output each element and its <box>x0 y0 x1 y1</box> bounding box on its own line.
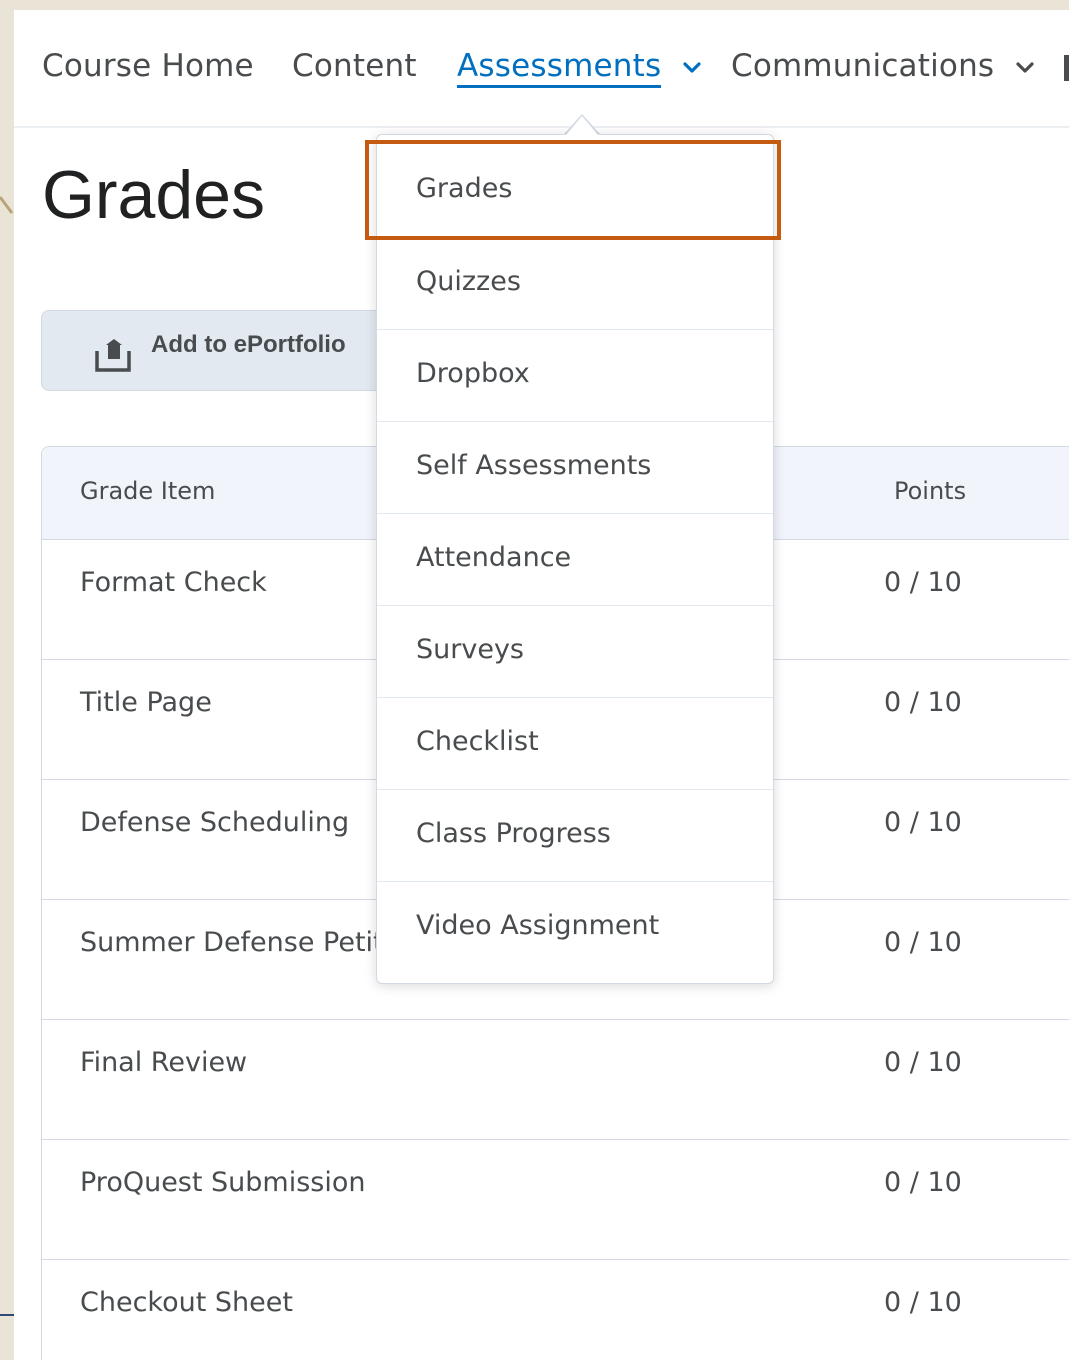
grade-item-points: 0 / 10 <box>884 1047 962 1078</box>
nav-assessments-label: Assessments <box>457 48 662 88</box>
menu-item-label: Dropbox <box>416 358 530 389</box>
grade-item-name: Summer Defense Petiti <box>80 927 392 958</box>
grade-item-name: Format Check <box>80 567 267 598</box>
nav-course-home-label: Course Home <box>42 48 254 84</box>
browser-page: Course Home Content Assessments Communic… <box>14 10 1069 1360</box>
menu-item-surveys[interactable]: Surveys <box>377 605 773 697</box>
eportfolio-upload-icon <box>95 339 131 372</box>
table-row: Checkout Sheet 0 / 10 <box>42 1259 1069 1360</box>
grade-item-points: 0 / 10 <box>884 567 962 598</box>
grade-item-points: 0 / 10 <box>884 1167 962 1198</box>
menu-item-label: Class Progress <box>416 818 611 849</box>
page-title: Grades <box>42 157 265 233</box>
nav-course-home[interactable]: Course Home <box>42 48 254 84</box>
nav-assessments[interactable]: Assessments <box>457 48 701 88</box>
grade-item-points: 0 / 10 <box>884 807 962 838</box>
menu-item-self-assessments[interactable]: Self Assessments <box>377 421 773 513</box>
column-header-points: Points <box>894 477 967 505</box>
grade-item-points: 0 / 10 <box>884 1287 962 1318</box>
column-header-grade-item: Grade Item <box>80 477 216 505</box>
grade-item-points: 0 / 10 <box>884 687 962 718</box>
menu-item-dropbox[interactable]: Dropbox <box>377 329 773 421</box>
add-to-eportfolio-label: Add to ePortfolio <box>151 331 346 358</box>
grade-item-points: 0 / 10 <box>884 927 962 958</box>
menu-item-attendance[interactable]: Attendance <box>377 513 773 605</box>
table-row: ProQuest Submission 0 / 10 <box>42 1139 1069 1260</box>
menu-item-label: Quizzes <box>416 266 521 297</box>
menu-item-checklist[interactable]: Checklist <box>377 697 773 789</box>
menu-item-label: Self Assessments <box>416 450 652 481</box>
menu-item-label: Surveys <box>416 634 524 665</box>
nav-communications[interactable]: Communications <box>731 48 1034 84</box>
menu-item-label: Checklist <box>416 726 539 757</box>
grade-item-name: Checkout Sheet <box>80 1287 293 1318</box>
menu-item-label: Attendance <box>416 542 572 573</box>
grade-item-name: Final Review <box>80 1047 248 1078</box>
table-row: Final Review 0 / 10 <box>42 1019 1069 1140</box>
add-to-eportfolio-button[interactable]: Add to ePortfolio <box>41 310 401 391</box>
nav-content[interactable]: Content <box>292 48 417 84</box>
menu-item-label: Grades <box>416 173 513 204</box>
menu-item-class-progress[interactable]: Class Progress <box>377 789 773 881</box>
grade-item-name: ProQuest Submission <box>80 1167 366 1198</box>
menu-item-quizzes[interactable]: Quizzes <box>377 237 773 329</box>
menu-item-grades[interactable]: Grades <box>377 145 773 237</box>
grade-item-name: Defense Scheduling <box>80 807 350 838</box>
nav-overflow-item[interactable] <box>1064 55 1069 81</box>
grade-item-name: Title Page <box>80 687 212 718</box>
chevron-down-icon <box>683 61 701 73</box>
chevron-down-icon <box>1016 61 1034 73</box>
nav-communications-label: Communications <box>731 48 995 84</box>
decorative-line <box>0 1314 14 1316</box>
decorative-mark <box>0 196 14 214</box>
nav-content-label: Content <box>292 48 417 84</box>
assessments-dropdown-menu: Grades Quizzes Dropbox Self Assessments … <box>376 134 774 984</box>
menu-item-video-assignment[interactable]: Video Assignment <box>377 881 773 973</box>
menu-item-label: Video Assignment <box>416 910 660 941</box>
dropdown-pointer-fill <box>566 116 598 135</box>
course-navbar: Course Home Content Assessments Communic… <box>14 10 1069 128</box>
